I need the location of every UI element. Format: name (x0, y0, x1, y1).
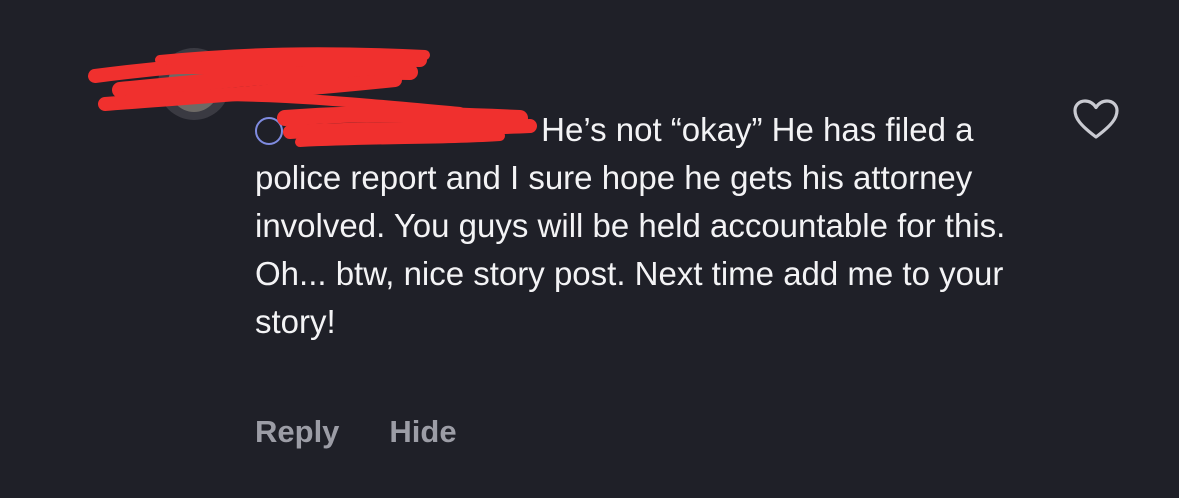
avatar-photo (168, 56, 220, 112)
avatar[interactable] (158, 48, 230, 120)
mention-link[interactable] (255, 111, 541, 148)
comment-header: 23m (255, 52, 325, 92)
comment-item: 23m He’s not “okay” He has filed a polic… (0, 0, 1179, 498)
timestamp: 23m (265, 54, 326, 89)
reply-button[interactable]: Reply (255, 414, 339, 450)
comment-text: He’s not “okay” He has filed a police re… (255, 106, 1035, 346)
hide-button[interactable]: Hide (389, 414, 456, 450)
heart-icon[interactable] (1072, 98, 1120, 140)
at-icon (255, 117, 283, 145)
comment-actions: Reply Hide (255, 414, 457, 450)
